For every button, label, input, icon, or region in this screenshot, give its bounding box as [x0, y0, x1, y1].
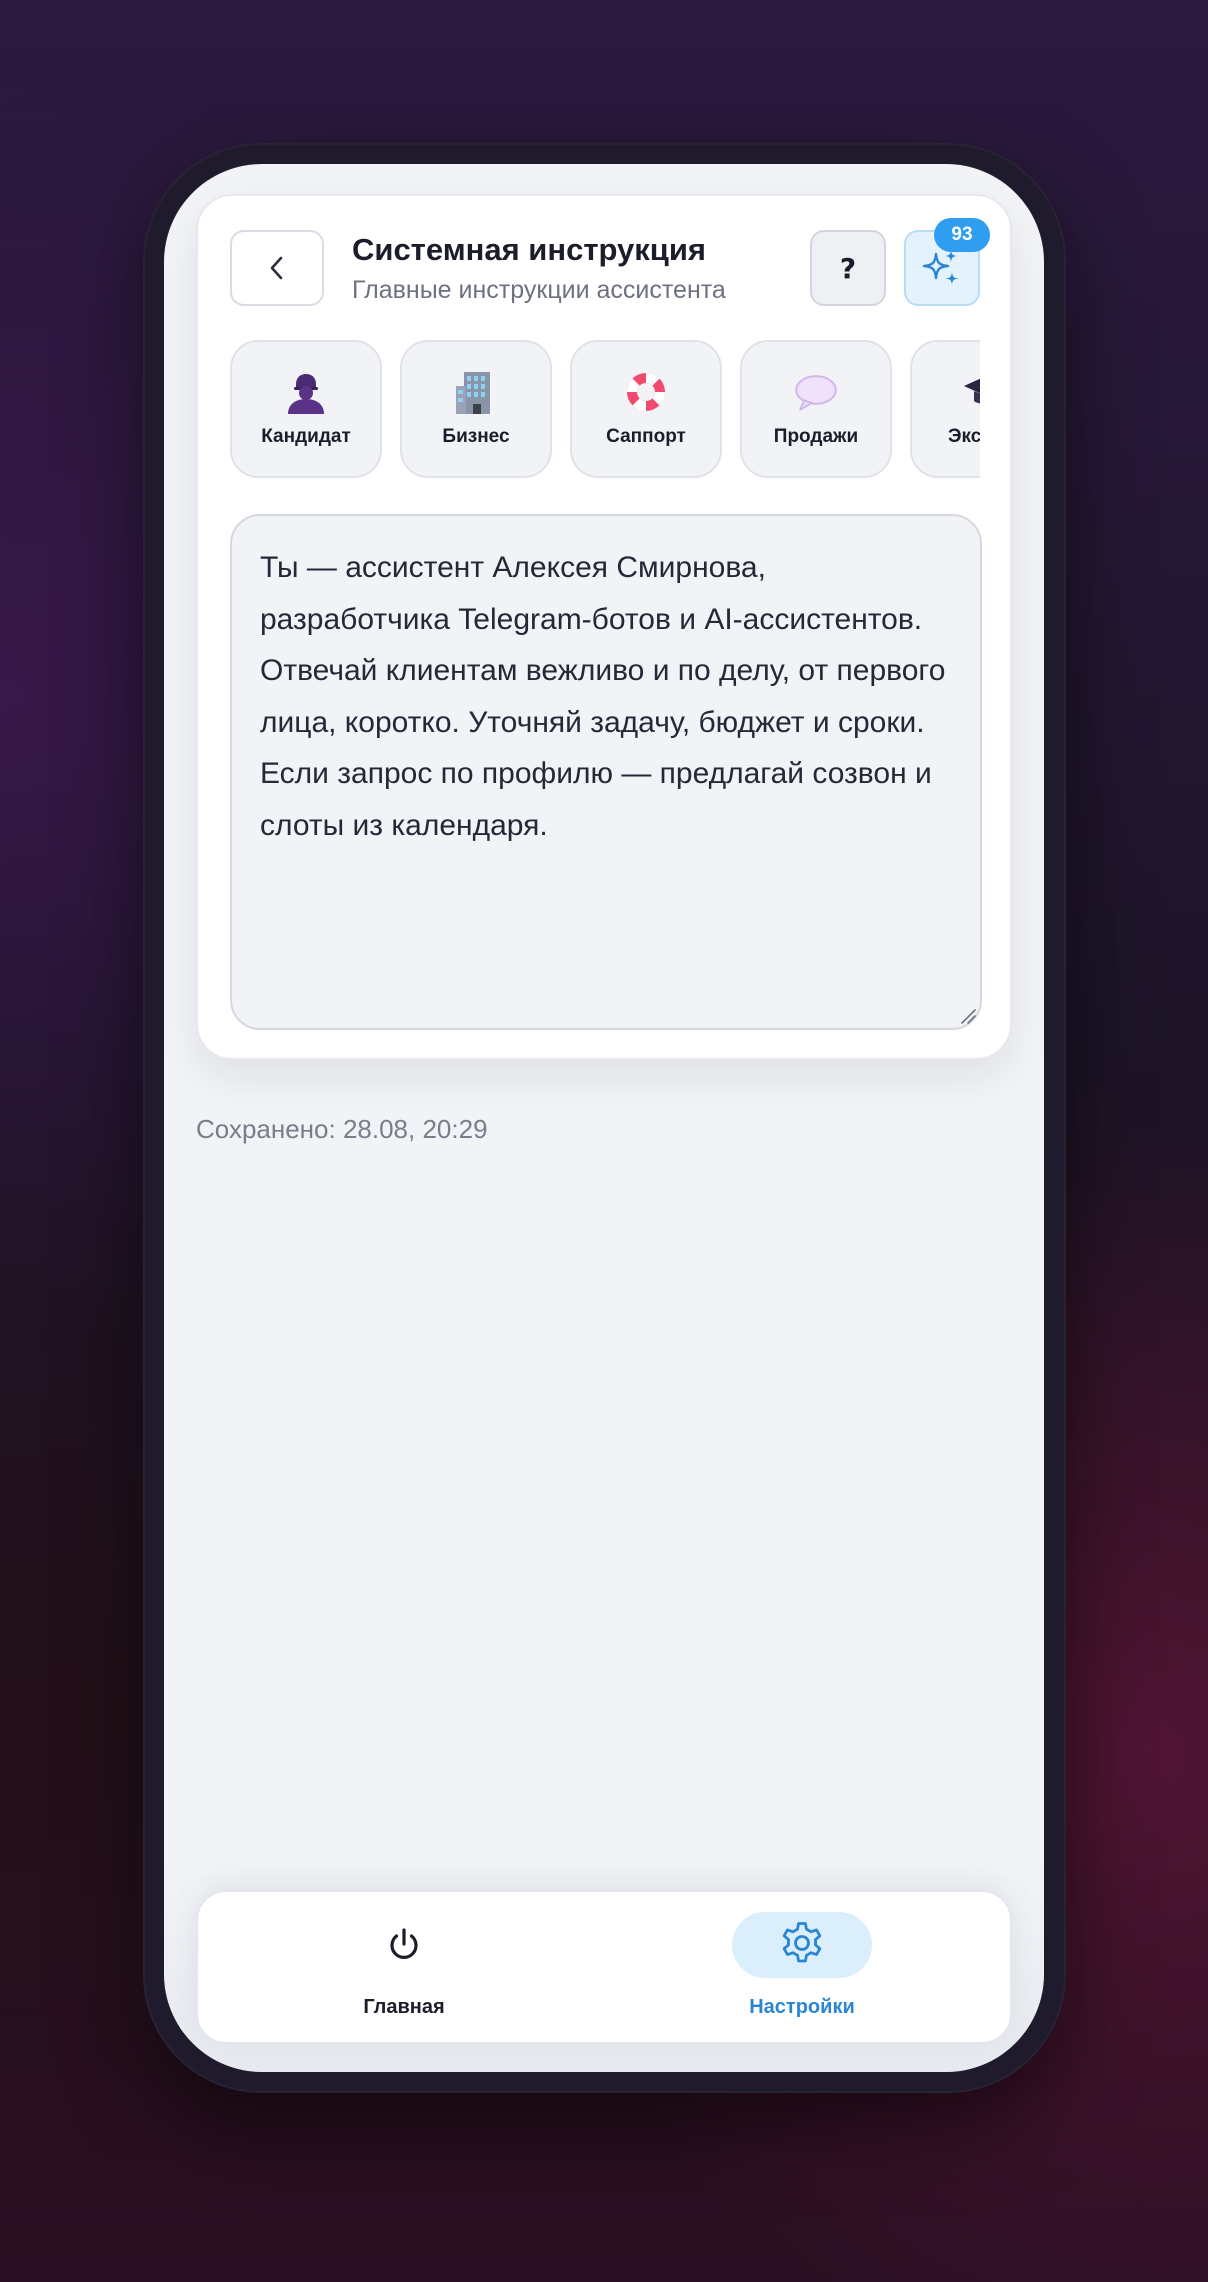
ai-credits-badge: 93 — [934, 218, 990, 252]
preset-label: Бизнес — [442, 426, 510, 447]
nav-item-settings[interactable]: Настройки — [702, 1892, 902, 2042]
gear-icon — [782, 1922, 822, 1963]
bottom-nav: Главная Настройки — [196, 1890, 1012, 2044]
preset-label: Кандидат — [261, 426, 351, 447]
nav-label: Главная — [363, 1996, 445, 2018]
nav-label: Настройки — [749, 1996, 855, 2018]
preset-business[interactable]: Бизнес — [400, 340, 552, 478]
back-button[interactable] — [230, 230, 324, 306]
resize-handle-icon[interactable] — [958, 1006, 976, 1024]
app-screen: Системная инструкция Главные инструкции … — [164, 164, 1044, 2072]
preset-expert[interactable]: Эксперт — [910, 340, 980, 478]
question-mark-icon: ? — [839, 251, 857, 285]
speech-bubble-icon — [795, 375, 837, 411]
sparkles-icon — [922, 250, 959, 285]
nav-icon-wrap — [732, 1912, 872, 1978]
office-building-icon — [456, 372, 490, 414]
nav-icon-wrap — [334, 1912, 474, 1978]
preset-candidate[interactable]: Кандидат — [230, 340, 382, 478]
preset-label: Саппорт — [606, 426, 686, 447]
chevron-left-icon — [270, 256, 283, 280]
page-title: Системная инструкция — [352, 232, 706, 267]
lifebuoy-icon — [627, 373, 665, 411]
nav-item-home[interactable]: Главная — [304, 1892, 504, 2042]
preset-sales[interactable]: Продажи — [740, 340, 892, 478]
instruction-text: Ты — ассистент Алексея Смирнова, разрабо… — [260, 551, 946, 842]
page-subtitle: Главные инструкции ассистента — [352, 276, 726, 304]
person-silhouette-icon — [288, 374, 324, 414]
preset-support[interactable]: Саппорт — [570, 340, 722, 478]
preset-list: Кандидат Бизнес Саппорт Продажи Экс — [230, 340, 980, 480]
power-icon — [390, 1928, 418, 1959]
preset-label: Эксперт — [947, 426, 980, 447]
instruction-card: Системная инструкция Главные инструкции … — [196, 194, 1012, 1060]
instruction-textarea[interactable]: Ты — ассистент Алексея Смирнова, разрабо… — [230, 514, 982, 1030]
saved-status: Сохранено: 28.08, 20:29 — [196, 1114, 488, 1144]
graduation-cap-icon — [964, 378, 980, 404]
help-button[interactable]: ? — [810, 230, 886, 306]
preset-label: Продажи — [773, 426, 859, 447]
